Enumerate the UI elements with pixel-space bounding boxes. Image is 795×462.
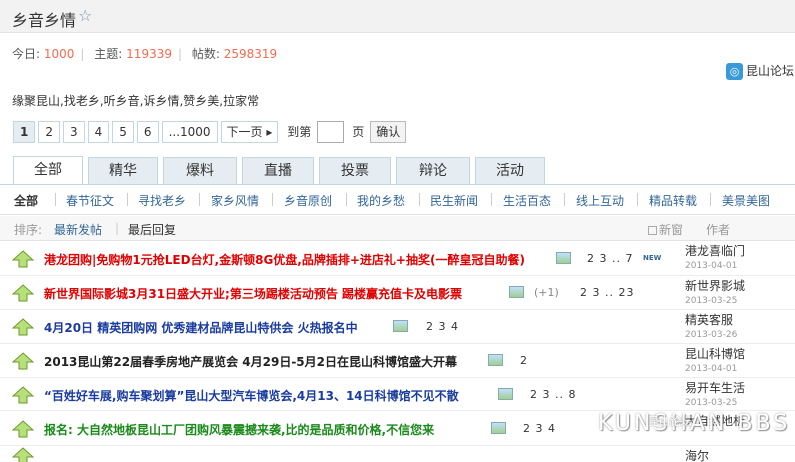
thread-row[interactable]: “百姓好车展,购车聚划算”昆山大型汽车博览会,4月13、14日科博馆不见不散 2 … <box>0 378 795 411</box>
topics-count: 119339 <box>126 47 172 61</box>
today-label: 今日: <box>12 47 41 61</box>
tab-live[interactable]: 直播 <box>242 157 314 186</box>
thread-title[interactable]: “百姓好车展,购车聚划算”昆山大型汽车博览会,4月13、14日科博馆不见不散 <box>44 387 459 404</box>
sort-bar: 排序: 最新发帖 | 最后回复 新窗 作者 <box>0 216 795 241</box>
thread-author[interactable]: 精英客服 <box>685 311 733 328</box>
tab-breaking[interactable]: 爆料 <box>163 157 237 186</box>
posts-count: 2598319 <box>223 47 278 61</box>
page-5[interactable]: 5 <box>112 121 134 143</box>
goto-page-input[interactable] <box>317 121 345 143</box>
category-all[interactable]: 全部 <box>14 192 38 209</box>
thread-arrow-icon <box>12 447 34 462</box>
page-last[interactable]: ...1000 <box>161 121 218 143</box>
forum-description: 缘聚昆山,找老乡,听乡音,诉乡情,赞乡美,拉家常 <box>12 94 260 108</box>
thread-author[interactable]: 昆山科博馆 <box>685 345 745 362</box>
page-unit-label: 页 <box>352 125 365 139</box>
forum-stats: 今日: 1000 | 主题: 119339 | 帖数: 2598319 <box>12 47 278 61</box>
thread-title[interactable]: 4月20日 精英团购网 优秀建材品牌昆山特供会 火热报名中 <box>44 319 358 336</box>
thread-arrow-icon <box>12 318 34 336</box>
thread-row[interactable]: 2013昆山第22届春季房地产展览会 4月29日-5月2日在昆山科博馆盛大开幕 2… <box>0 344 795 378</box>
category-item[interactable]: 家乡风情 <box>211 192 259 209</box>
image-attachment-icon <box>509 286 524 298</box>
forum-link-label: 昆山论坛 <box>746 64 795 78</box>
page-3[interactable]: 3 <box>63 121 85 143</box>
thread-page-links[interactable]: 2 3 .. 8 <box>530 388 576 401</box>
thread-row[interactable]: 新世界国际影城3月31日盛大开业;第三场踢楼活动预告 踢楼赢充值卡及电影票 2 3… <box>0 276 795 310</box>
category-bar: 全部 春节征文 寻找老乡 家乡风情 乡音原创 我的乡愁 民生新闻 生活百态 线上… <box>0 185 795 215</box>
tab-digest[interactable]: 精华 <box>88 157 158 186</box>
thread-row[interactable]: 港龙团购|免购物1元抢LED台灯,金斯顿8G优盘,品牌插排+进店礼+抽奖(一醉皇… <box>0 241 795 276</box>
thread-arrow-icon <box>12 352 34 370</box>
thread-date: 2013-03-25 <box>685 296 738 306</box>
image-attachment-icon <box>491 422 506 434</box>
author-column-header: 作者 <box>706 223 731 237</box>
thread-page-links[interactable]: 2 <box>520 354 528 367</box>
image-attachment-icon <box>498 388 513 400</box>
thread-page-links[interactable]: 2 3 .. 7 <box>587 252 633 265</box>
page-6[interactable]: 6 <box>136 121 159 143</box>
category-item[interactable]: 乡音原创 <box>284 192 332 209</box>
category-item[interactable]: 美景美图 <box>722 192 770 209</box>
new-badge: NEW <box>643 254 662 262</box>
forum-link-icon: ◎ <box>726 63 743 80</box>
category-item[interactable]: 民生新闻 <box>430 192 478 209</box>
thread-arrow-icon <box>12 386 34 404</box>
forum-title: 乡音乡情 <box>12 11 77 30</box>
new-window-checkbox[interactable]: 新窗 <box>648 221 683 238</box>
today-count: 1000 <box>43 47 75 61</box>
thread-title[interactable]: 报名: 大自然地板昆山工厂团购风暴震撼来袭,比的是品质和价格,不信您来 <box>44 421 434 438</box>
image-attachment-icon <box>488 354 503 366</box>
thread-page-links[interactable]: 2 3 4 <box>426 320 459 333</box>
thread-author[interactable]: 海尔 <box>685 447 709 462</box>
tab-debate[interactable]: 辩论 <box>396 157 470 186</box>
pagination: 1 2 3 4 5 6 ...1000 下一页 ▸ 到第 页确认 <box>13 121 407 143</box>
category-item[interactable]: 线上互动 <box>576 192 624 209</box>
star-icon[interactable]: ☆ <box>78 6 92 25</box>
thread-page-links[interactable]: 2 3 .. 23 <box>580 286 634 299</box>
category-item[interactable]: 生活百态 <box>503 192 551 209</box>
thread-title[interactable]: 新世界国际影城3月31日盛大开业;第三场踢楼活动预告 踢楼赢充值卡及电影票 <box>44 285 462 302</box>
thread-arrow-icon <box>12 250 34 268</box>
topics-label: 主题: <box>94 47 123 61</box>
page-2[interactable]: 2 <box>38 121 60 143</box>
thread-date: 2013-03-25 <box>685 398 738 408</box>
thread-title[interactable]: 港龙团购|免购物1元抢LED台灯,金斯顿8G优盘,品牌插排+进店礼+抽奖(一醉皇… <box>44 251 525 268</box>
thread-row[interactable]: 海尔 <box>0 446 795 462</box>
watermark-logo: KUNSHAN BBS <box>598 411 791 436</box>
thread-title[interactable]: 2013昆山第22届春季房地产展览会 4月29日-5月2日在昆山科博馆盛大开幕 <box>44 353 457 370</box>
category-item[interactable]: 我的乡愁 <box>357 192 405 209</box>
page-4[interactable]: 4 <box>87 121 110 143</box>
thread-date: 2013-04-01 <box>685 261 738 271</box>
thread-type-tabs: 全部 精华 爆料 直播 投票 辩论 活动 <box>13 156 550 186</box>
thread-author[interactable]: 港龙喜临门 <box>685 242 745 259</box>
category-item[interactable]: 春节征文 <box>66 192 114 209</box>
thread-page-links[interactable]: 2 3 4 <box>523 422 556 435</box>
forum-link[interactable]: ◎ 昆山论坛 <box>726 62 794 80</box>
thread-arrow-icon <box>12 420 34 438</box>
thread-author[interactable]: 易开车生活 <box>685 379 745 396</box>
category-item[interactable]: 精品转载 <box>649 192 697 209</box>
confirm-button[interactable]: 确认 <box>370 121 407 143</box>
thread-author[interactable]: 新世界影城 <box>685 277 745 294</box>
image-attachment-icon <box>556 252 571 264</box>
goto-label: 到第 <box>287 125 312 139</box>
tab-poll[interactable]: 投票 <box>319 157 391 186</box>
reply-increment: (+1) <box>534 286 559 299</box>
page-1[interactable]: 1 <box>13 121 36 143</box>
thread-date: 2013-03-26 <box>685 330 738 340</box>
posts-label: 帖数: <box>191 47 220 61</box>
sort-last-reply-link[interactable]: 最后回复 <box>128 221 176 238</box>
image-attachment-icon <box>393 320 408 332</box>
category-item[interactable]: 寻找老乡 <box>138 192 186 209</box>
thread-date: 2013-04-01 <box>685 364 738 374</box>
watermark-sub: 昆山论坛 <box>648 415 692 428</box>
thread-arrow-icon <box>12 284 34 302</box>
thread-row[interactable]: 4月20日 精英团购网 优秀建材品牌昆山特供会 火热报名中 2 3 4 精英客服 20… <box>0 310 795 344</box>
tab-all[interactable]: 全部 <box>13 156 83 186</box>
next-page-button[interactable]: 下一页 ▸ <box>220 121 279 143</box>
tab-activity[interactable]: 活动 <box>475 157 545 186</box>
forum-header <box>0 0 795 33</box>
sort-label: 排序: <box>14 223 43 237</box>
sort-latest-link[interactable]: 最新发帖 <box>54 221 102 238</box>
